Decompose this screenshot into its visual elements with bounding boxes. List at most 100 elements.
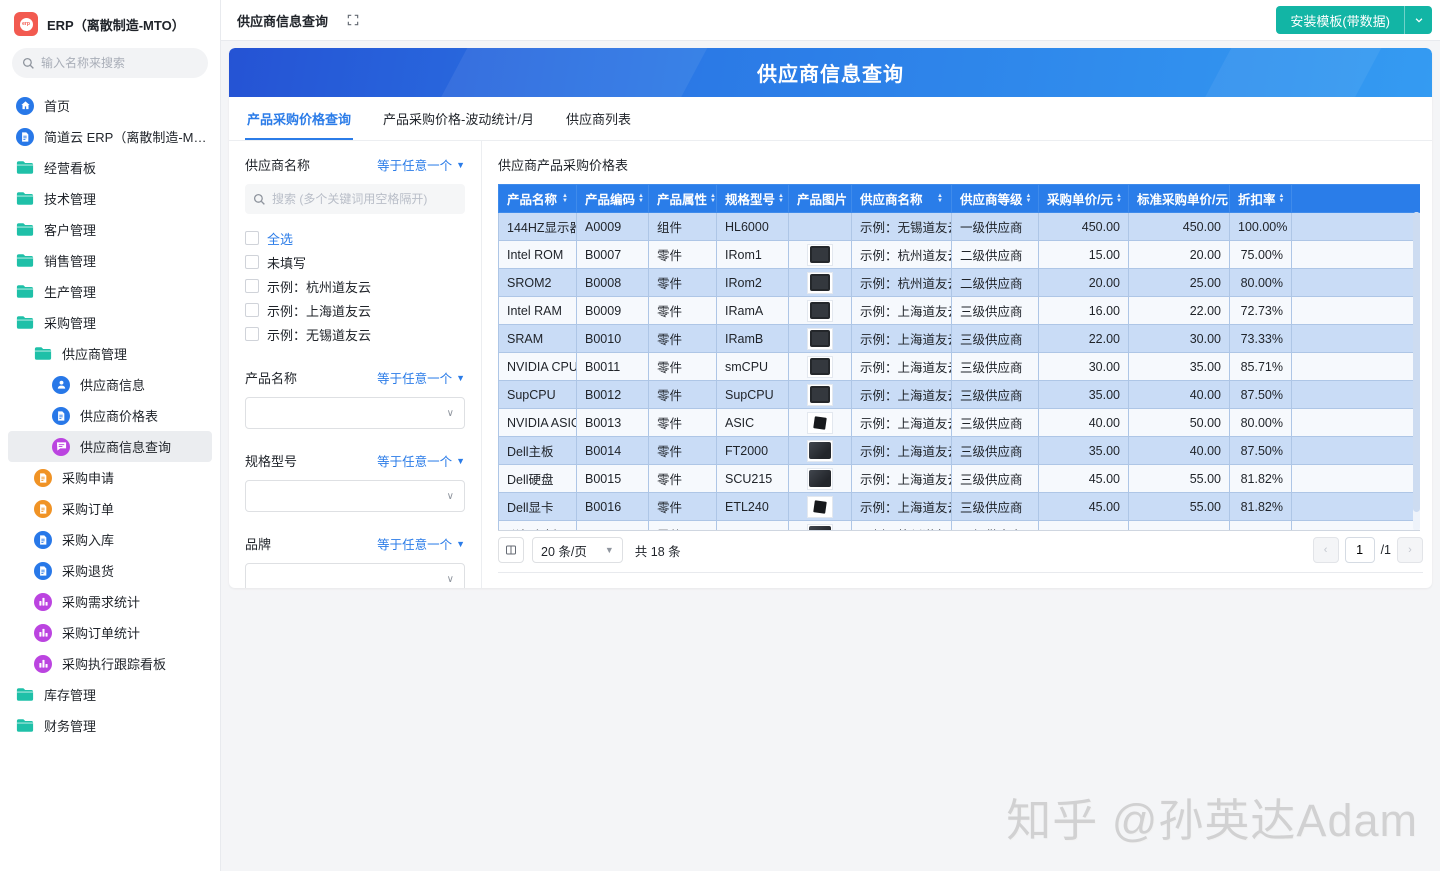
sidebar-item-demand-stats[interactable]: 采购需求统计 (8, 586, 212, 617)
scrollbar-thumb[interactable] (1413, 212, 1420, 512)
column-settings-button[interactable] (498, 537, 524, 563)
filter-operator[interactable]: 等于任意一个▼ (377, 534, 465, 553)
filter-select[interactable]: ∨ (245, 397, 465, 429)
table-row[interactable]: Dell显卡B0016零件ETL240示例：上海道友云三级供应商45.0055.… (499, 493, 1421, 521)
sidebar-item-tracking-board[interactable]: 采购执行跟踪看板 (8, 648, 212, 679)
checkbox[interactable] (245, 303, 259, 317)
sort-icon[interactable]: ▲▼ (710, 194, 716, 204)
table-row[interactable]: 联想主板B0017零件EC2000示例：杭州道友云二级供应商35.0040.00… (499, 521, 1421, 532)
tab-2[interactable]: 产品采购价格-波动统计/月 (381, 97, 536, 140)
cell-empty (1292, 381, 1421, 409)
filter-select[interactable]: ∨ (245, 480, 465, 512)
cell-empty (1292, 493, 1421, 521)
table-vertical-scrollbar[interactable] (1413, 212, 1420, 531)
sidebar-item-production-mgmt[interactable]: 生产管理 (8, 276, 212, 307)
install-template-caret-button[interactable] (1404, 6, 1432, 34)
sort-icon[interactable]: ▲▼ (1279, 194, 1285, 204)
sidebar-item-customer-mgmt[interactable]: 客户管理 (8, 214, 212, 245)
install-template-button[interactable]: 安装模板(带数据) (1276, 6, 1404, 34)
sidebar-search-input[interactable] (41, 56, 191, 70)
sidebar-item-purchase-return[interactable]: 采购退货 (8, 555, 212, 586)
sidebar-item-finance-mgmt[interactable]: 财务管理 (8, 710, 212, 741)
cell-attr: 零件 (649, 325, 717, 353)
sidebar-item-sales-mgmt[interactable]: 销售管理 (8, 245, 212, 276)
column-header-产品属性[interactable]: 产品属性▲▼ (649, 185, 717, 213)
column-header-供应商等级[interactable]: 供应商等级▲▼ (952, 185, 1039, 213)
sort-icon[interactable]: ▲▼ (1026, 194, 1032, 204)
tab-1[interactable]: 产品采购价格查询 (245, 97, 353, 140)
filter-select[interactable]: ∨ (245, 563, 465, 588)
cell-image (789, 241, 852, 269)
table-row[interactable]: NVIDIA ASICB0013零件ASIC示例：上海道友云三级供应商40.00… (499, 409, 1421, 437)
sidebar-item-jdy-app[interactable]: 简道云 ERP（离散制造-MTO）... (8, 121, 212, 152)
filter-supplier-operator[interactable]: 等于任意一个▼ (377, 155, 465, 174)
sidebar-search[interactable] (12, 48, 208, 78)
sort-icon[interactable]: ▲▼ (1116, 194, 1122, 204)
checkbox[interactable] (245, 327, 259, 341)
sidebar-item-supplier-query[interactable]: 供应商信息查询 (8, 431, 212, 462)
column-header-标准采购单价/元[interactable]: 标准采购单价/元▲▼ (1129, 185, 1230, 213)
table-row[interactable]: Intel RAMB0009零件IRamA示例：上海道友云三级供应商16.002… (499, 297, 1421, 325)
folder-icon (16, 253, 34, 268)
column-header-采购单价/元[interactable]: 采购单价/元▲▼ (1039, 185, 1129, 213)
filter-group-2: 规格型号等于任意一个▼∨ (245, 451, 465, 512)
sidebar-item-supplier-price[interactable]: 供应商价格表 (8, 400, 212, 431)
filter-operator[interactable]: 等于任意一个▼ (377, 368, 465, 387)
cell-image (789, 521, 852, 532)
column-header-供应商名称[interactable]: 供应商名称▲▼ (852, 185, 952, 213)
cell-price: 35.00 (1039, 521, 1129, 532)
next-page-button[interactable]: › (1397, 537, 1423, 563)
table-panel: 供应商产品采购价格表 产品名称▲▼产品编码▲▼产品属性▲▼规格型号▲▼产品图片供… (482, 141, 1432, 588)
filter-operator[interactable]: 等于任意一个▼ (377, 451, 465, 470)
sidebar-item-purchase-inbound[interactable]: 采购入库 (8, 524, 212, 555)
cell-spec: IRamB (717, 325, 789, 353)
sort-icon[interactable]: ▲▼ (638, 194, 644, 204)
table-row[interactable]: Dell主板B0014零件FT2000示例：上海道友云三级供应商35.0040.… (499, 437, 1421, 465)
cell-code: B0016 (577, 493, 649, 521)
supplier-option[interactable]: 全选 (245, 226, 465, 250)
table-row[interactable]: Dell硬盘B0015零件SCU215示例：上海道友云三级供应商45.0055.… (499, 465, 1421, 493)
sidebar-item-label: 供应商信息 (80, 375, 145, 394)
sidebar-item-purchase-order[interactable]: 采购订单 (8, 493, 212, 524)
table-row[interactable]: NVIDIA CPUB0011零件smCPU示例：上海道友云三级供应商30.00… (499, 353, 1421, 381)
cell-spec: SupCPU (717, 381, 789, 409)
column-header-规格型号[interactable]: 规格型号▲▼ (717, 185, 789, 213)
sidebar-item-supplier-info[interactable]: 供应商信息 (8, 369, 212, 400)
cell-attr: 零件 (649, 465, 717, 493)
supplier-option[interactable]: 示例：上海道友云 (245, 298, 465, 322)
page-number-input[interactable] (1345, 537, 1375, 563)
sidebar-item-biz-board[interactable]: 经营看板 (8, 152, 212, 183)
supplier-filter-search[interactable] (245, 184, 465, 214)
table-row[interactable]: SRAMB0010零件IRamB示例：上海道友云三级供应商22.0030.007… (499, 325, 1421, 353)
supplier-option[interactable]: 未填写 (245, 250, 465, 274)
column-header-折扣率[interactable]: 折扣率▲▼ (1230, 185, 1292, 213)
checkbox[interactable] (245, 279, 259, 293)
sidebar-item-home[interactable]: 首页 (8, 90, 212, 121)
folder-open-icon (34, 346, 52, 361)
sidebar-item-purchase-mgmt[interactable]: 采购管理 (8, 307, 212, 338)
tab-3[interactable]: 供应商列表 (564, 97, 633, 140)
sidebar-item-inventory-mgmt[interactable]: 库存管理 (8, 679, 212, 710)
column-header-产品名称[interactable]: 产品名称▲▼ (499, 185, 577, 213)
page-size-select[interactable]: 20 条/页 ▼ (532, 537, 623, 563)
column-header-产品编码[interactable]: 产品编码▲▼ (577, 185, 649, 213)
fullscreen-icon[interactable] (346, 13, 360, 27)
sort-icon[interactable]: ▲▼ (562, 194, 568, 204)
supplier-filter-search-input[interactable] (272, 192, 452, 206)
sidebar-item-purchase-request[interactable]: 采购申请 (8, 462, 212, 493)
supplier-option[interactable]: 示例：杭州道友云 (245, 274, 465, 298)
table-row[interactable]: SupCPUB0012零件SupCPU示例：上海道友云三级供应商35.0040.… (499, 381, 1421, 409)
sidebar-item-tech-mgmt[interactable]: 技术管理 (8, 183, 212, 214)
sidebar-item-order-stats[interactable]: 采购订单统计 (8, 617, 212, 648)
prev-page-button[interactable]: ‹ (1313, 537, 1339, 563)
table-scroll-container[interactable]: 产品名称▲▼产品编码▲▼产品属性▲▼规格型号▲▼产品图片供应商名称▲▼供应商等级… (498, 184, 1420, 531)
supplier-option[interactable]: 示例：无锡道友云 (245, 322, 465, 346)
sidebar-item-supplier-mgmt[interactable]: 供应商管理 (8, 338, 212, 369)
table-row[interactable]: Intel ROMB0007零件IRom1示例：杭州道友云二级供应商15.002… (499, 241, 1421, 269)
sort-icon[interactable]: ▲▼ (937, 194, 943, 204)
table-row[interactable]: SROM2B0008零件IRom2示例：杭州道友云二级供应商20.0025.00… (499, 269, 1421, 297)
checkbox[interactable] (245, 255, 259, 269)
sort-icon[interactable]: ▲▼ (778, 194, 784, 204)
table-row[interactable]: 144HZ显示器A0009组件HL6000示例：无锡道友云一级供应商450.00… (499, 213, 1421, 241)
checkbox[interactable] (245, 231, 259, 245)
